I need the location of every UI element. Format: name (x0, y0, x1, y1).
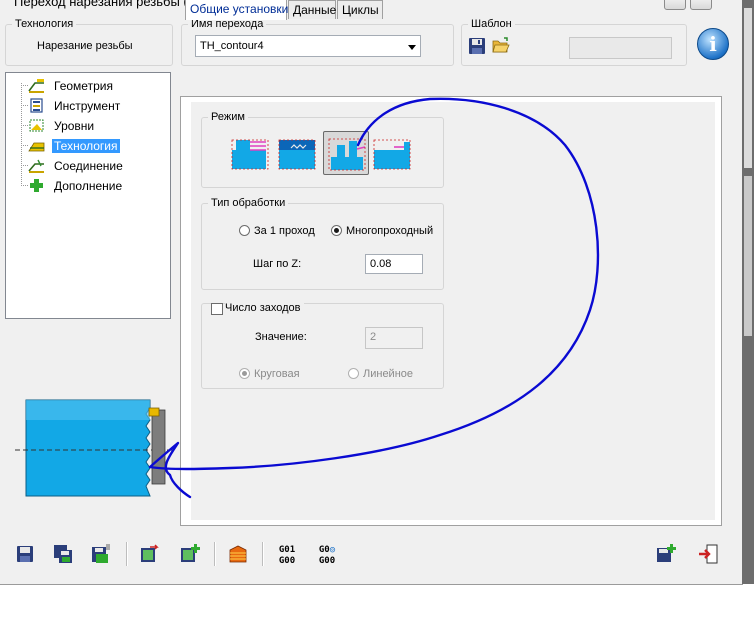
annotation-stroke (148, 97, 600, 499)
